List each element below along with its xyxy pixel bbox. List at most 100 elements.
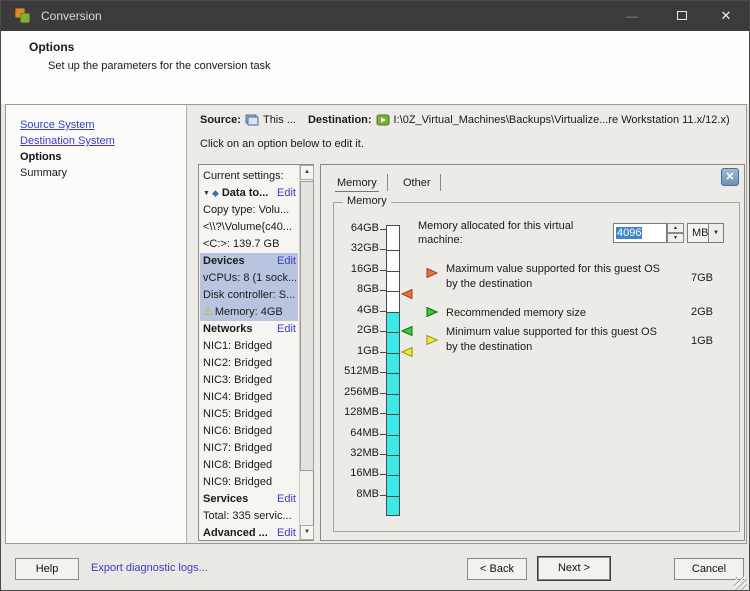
bar-segment-line	[387, 414, 399, 416]
settings-row-nic9-bridged[interactable]: NIC9: Bridged	[200, 474, 298, 491]
memory-scale-bar	[386, 225, 400, 516]
settings-row-memory-4gb[interactable]: ⚠ Memory: 4GB	[200, 304, 298, 321]
panel-close-icon[interactable]: ✕	[721, 168, 739, 186]
memory-options-panel: Memory Other ✕ Memory Memory allocated f…	[320, 164, 745, 541]
settings-label: Memory: 4GB	[214, 306, 283, 318]
minimum-value: 1GB	[690, 335, 713, 347]
scale-tick	[380, 229, 386, 230]
tab-other[interactable]: Other	[401, 175, 433, 192]
settings-label: Disk controller: S...	[203, 289, 296, 301]
edit-link[interactable]: Edit	[273, 253, 296, 270]
scale-tick	[380, 290, 386, 292]
recommended-value: 2GB	[690, 306, 713, 318]
settings-row-nic6-bridged[interactable]: NIC6: Bridged	[200, 423, 298, 440]
edit-link[interactable]: Edit	[273, 185, 296, 202]
settings-row-nic1-bridged[interactable]: NIC1: Bridged	[200, 338, 298, 355]
settings-row-nic3-bridged[interactable]: NIC3: Bridged	[200, 372, 298, 389]
memory-unit-value: MB	[692, 227, 709, 239]
settings-scrollbar[interactable]: ▲ ▼	[299, 165, 314, 540]
settings-row-nic2-bridged[interactable]: NIC2: Bridged	[200, 355, 298, 372]
scale-label-8mb: 8MB	[356, 487, 379, 500]
minimum-marker-icon	[400, 346, 413, 360]
recommended-marker-icon	[400, 325, 413, 339]
memory-value-stepper: ▲ ▼	[667, 223, 684, 243]
minimize-button[interactable]: —	[615, 1, 649, 31]
settings-row-copy-type-volu[interactable]: Copy type: Volu...	[200, 202, 298, 219]
settings-label: NIC2: Bridged	[203, 357, 273, 369]
settings-row-nic7-bridged[interactable]: NIC7: Bridged	[200, 440, 298, 457]
conversion-window: Conversion — ✕ Options Set up the parame…	[0, 0, 750, 591]
memory-group-label: Memory	[343, 195, 391, 207]
resize-grip[interactable]	[734, 577, 747, 590]
help-button[interactable]: Help	[15, 558, 79, 580]
diamond-icon: ◆	[211, 188, 219, 198]
export-diagnostic-logs-link[interactable]: Export diagnostic logs...	[91, 562, 208, 574]
instruction-text: Click on an option below to edit it.	[200, 138, 364, 150]
back-button[interactable]: < Back	[467, 558, 527, 580]
maximum-marker-icon	[400, 288, 413, 302]
dropdown-arrow-icon[interactable]: ▼	[708, 224, 723, 242]
settings-row-nic8-bridged[interactable]: NIC8: Bridged	[200, 457, 298, 474]
page-subtitle: Set up the parameters for the conversion…	[48, 60, 271, 72]
settings-label: vCPUs: 8 (1 sock...	[203, 272, 296, 284]
minimum-legend-icon	[426, 334, 439, 348]
tab-memory[interactable]: Memory	[335, 175, 379, 192]
settings-row-volume-c40[interactable]: <\\?\Volume{c40...	[200, 219, 298, 236]
scale-label-16mb: 16MB	[350, 467, 379, 480]
settings-row-networks[interactable]: Networks Edit	[200, 321, 298, 338]
scrollbar-thumb[interactable]	[300, 181, 314, 471]
settings-label: NIC1: Bridged	[203, 340, 273, 352]
settings-row-advanced[interactable]: Advanced ... Edit	[200, 525, 298, 539]
scale-tick	[380, 372, 386, 374]
maximum-legend-icon	[426, 267, 439, 281]
settings-row-current-settings[interactable]: Current settings:	[200, 168, 298, 185]
maximize-icon	[677, 11, 687, 20]
scale-label-1gb: 1GB	[356, 344, 379, 357]
nav-item-destination-system[interactable]: Destination System	[20, 133, 186, 149]
memory-value-input[interactable]: 4096	[613, 223, 667, 243]
settings-label: NIC4: Bridged	[203, 391, 273, 403]
stepper-up-button[interactable]: ▲	[667, 223, 684, 233]
scale-tick	[380, 453, 386, 455]
scale-label-16gb: 16GB	[350, 262, 379, 275]
edit-link[interactable]: Edit	[273, 321, 296, 338]
minimum-legend-text: Minimum value supported for this guest O…	[446, 326, 657, 353]
nav-item-source-system[interactable]: Source System	[20, 117, 186, 133]
memory-unit-dropdown[interactable]: MB ▼	[687, 223, 724, 243]
scale-tick	[380, 392, 386, 394]
settings-row-services[interactable]: Services Edit	[200, 491, 298, 508]
next-button[interactable]: Next >	[537, 556, 611, 581]
source-label: Source:	[200, 114, 241, 126]
scale-label-64gb: 64GB	[350, 222, 379, 234]
settings-row-vcpus-8-1-sock[interactable]: vCPUs: 8 (1 sock...	[200, 270, 298, 287]
expander-icon[interactable]: ▼	[203, 185, 210, 202]
settings-row-data-to[interactable]: ▼ ◆ Data to... Edit	[200, 185, 298, 202]
settings-label: Advanced ...	[203, 527, 268, 539]
scale-tick	[380, 249, 386, 251]
settings-row-nic5-bridged[interactable]: NIC5: Bridged	[200, 406, 298, 423]
bar-segment-line	[387, 311, 399, 313]
close-button[interactable]: ✕	[709, 1, 743, 31]
scale-tick	[380, 331, 386, 333]
bar-segment-line	[387, 250, 399, 252]
edit-link[interactable]: Edit	[273, 525, 296, 539]
edit-link[interactable]: Edit	[273, 491, 296, 508]
bar-segment-line	[387, 332, 399, 334]
scale-label-4gb: 4GB	[356, 303, 379, 316]
settings-row-nic4-bridged[interactable]: NIC4: Bridged	[200, 389, 298, 406]
wizard-header: Options Set up the parameters for the co…	[1, 31, 749, 104]
stepper-down-button[interactable]: ▼	[667, 233, 684, 243]
tab-separator	[387, 174, 388, 191]
bar-segment-line	[387, 393, 399, 395]
scroll-up-button[interactable]: ▲	[300, 165, 314, 180]
scale-tick	[380, 433, 386, 435]
scroll-down-button[interactable]: ▼	[300, 525, 314, 540]
memory-value-selected-text: 4096	[616, 227, 643, 239]
settings-row-total-335-servic[interactable]: Total: 335 servic...	[200, 508, 298, 525]
settings-row-disk-controller-s[interactable]: Disk controller: S...	[200, 287, 298, 304]
source-machine-icon	[245, 114, 259, 126]
settings-row-devices[interactable]: Devices Edit	[200, 253, 298, 270]
settings-row-c-139-7-gb[interactable]: <C:>: 139.7 GB	[200, 236, 298, 253]
wizard-steps-sidebar: Source System Destination System Options Su…	[6, 105, 187, 543]
maximize-button[interactable]	[665, 1, 699, 31]
